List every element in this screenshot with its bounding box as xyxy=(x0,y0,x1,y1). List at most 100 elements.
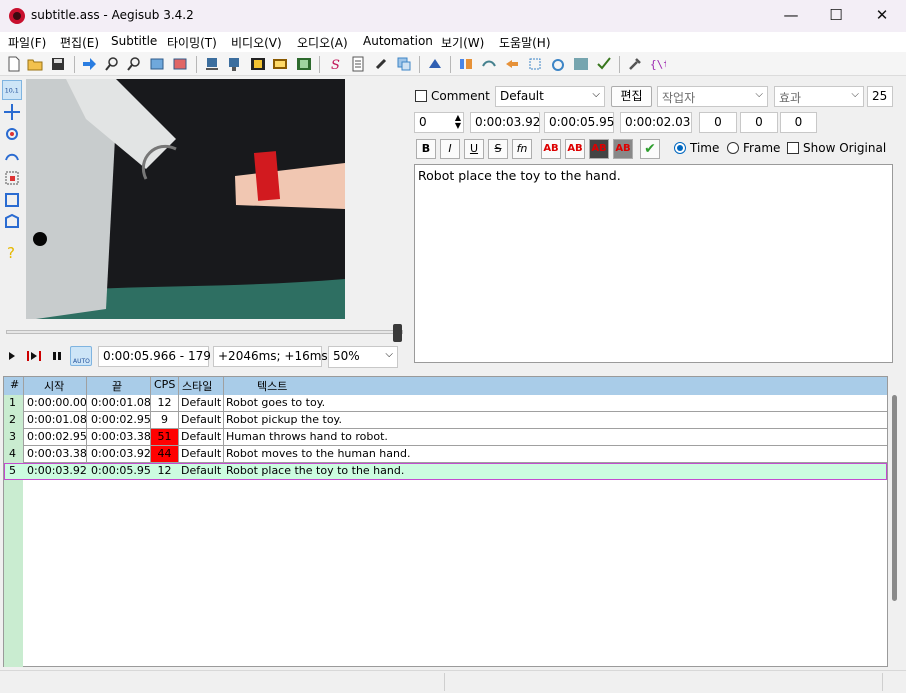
video-display[interactable] xyxy=(26,79,345,319)
row-style[interactable]: Default xyxy=(181,395,221,411)
header-start[interactable]: 시작 xyxy=(44,378,64,394)
time-radio[interactable] xyxy=(674,142,686,154)
underline-button[interactable]: U xyxy=(464,139,484,159)
row-end[interactable]: 0:00:02.95 xyxy=(91,412,151,428)
sort-end-icon[interactable] xyxy=(226,56,242,72)
header-text[interactable]: 텍스트 xyxy=(257,378,287,394)
italic-button[interactable]: I xyxy=(440,139,460,159)
clip-tool-icon[interactable] xyxy=(2,190,22,210)
strikeout-button[interactable]: S xyxy=(488,139,508,159)
margin-left-field[interactable]: 0 xyxy=(699,112,737,133)
row-text[interactable]: Robot moves to the human hand. xyxy=(226,446,410,462)
shift-times-icon[interactable] xyxy=(527,56,543,72)
shadow-color-button[interactable]: AB xyxy=(613,139,633,159)
start-time-field[interactable]: 0:00:03.92 xyxy=(470,112,540,133)
row-number[interactable]: 2 xyxy=(9,412,16,428)
row-cps[interactable]: 12 xyxy=(151,463,178,479)
seek-slider-thumb[interactable] xyxy=(393,324,402,342)
row-style[interactable]: Default xyxy=(181,429,221,445)
row-text[interactable]: Robot pickup the toy. xyxy=(226,412,342,428)
attachments-icon[interactable] xyxy=(373,56,389,72)
video-time-field[interactable]: 0:00:05.966 - 179 xyxy=(98,346,211,367)
scale-tool-icon[interactable] xyxy=(2,168,22,188)
header-end[interactable]: 끝 xyxy=(112,378,122,394)
row-start[interactable]: 0:00:03.92 xyxy=(27,463,87,479)
snap-end-icon[interactable] xyxy=(172,56,188,72)
margin-vertical-field[interactable]: 0 xyxy=(780,112,817,133)
row-style[interactable]: Default xyxy=(181,412,221,428)
secondary-color-button[interactable]: AB xyxy=(565,139,585,159)
menu-help[interactable]: 도움말(H) xyxy=(499,34,551,51)
margin-right-field[interactable]: 0 xyxy=(740,112,778,133)
row-number[interactable]: 5 xyxy=(9,463,16,479)
row-number[interactable]: 4 xyxy=(9,446,16,462)
sort-start-icon[interactable] xyxy=(204,56,220,72)
jump-icon[interactable] xyxy=(81,56,97,72)
header-number[interactable]: # xyxy=(10,378,19,391)
fonts-collector-icon[interactable] xyxy=(396,56,412,72)
script-properties-icon[interactable] xyxy=(350,56,366,72)
row-end[interactable]: 0:00:03.38 xyxy=(91,429,151,445)
kanji-timer-icon[interactable] xyxy=(481,56,497,72)
menu-edit[interactable]: 편집(E) xyxy=(60,34,99,51)
video-seek-slider[interactable] xyxy=(6,330,403,334)
zoom-select[interactable]: 50% ⌵ xyxy=(328,346,398,368)
spellcheck-icon[interactable] xyxy=(296,56,312,72)
commit-checkmark-icon[interactable]: ✔ xyxy=(640,139,660,159)
row-cps[interactable]: 9 xyxy=(151,412,178,428)
frame-radio[interactable] xyxy=(727,142,739,154)
options-icon[interactable] xyxy=(627,56,643,72)
subtitle-text-editor[interactable]: Robot place the toy to the hand. xyxy=(414,164,893,363)
menu-audio[interactable]: 오디오(A) xyxy=(297,34,348,51)
close-button[interactable]: ✕ xyxy=(859,0,905,32)
header-cps[interactable]: CPS xyxy=(154,378,175,391)
menu-file[interactable]: 파일(F) xyxy=(8,34,46,51)
row-cps-warning[interactable]: 51 xyxy=(151,429,178,445)
tags-icon[interactable]: {\t} xyxy=(650,56,666,72)
drag-tool-icon[interactable] xyxy=(2,102,22,122)
row-text[interactable]: Robot goes to toy. xyxy=(226,395,325,411)
keyframes-icon[interactable] xyxy=(250,56,266,72)
styles-manager-icon[interactable]: S xyxy=(327,56,343,72)
row-end[interactable]: 0:00:03.92 xyxy=(91,446,151,462)
row-start[interactable]: 0:00:02.95 xyxy=(27,429,87,445)
style-select[interactable]: Default ⌵ xyxy=(495,86,605,107)
primary-color-button[interactable]: AB xyxy=(541,139,561,159)
video-details-icon[interactable] xyxy=(272,56,288,72)
minimize-button[interactable]: — xyxy=(768,0,814,32)
zoom-out-icon[interactable] xyxy=(126,56,142,72)
row-text[interactable]: Human throws hand to robot. xyxy=(226,429,388,445)
row-number[interactable]: 1 xyxy=(9,395,16,411)
layer-field[interactable]: 0 ▲ ▼ xyxy=(414,112,464,133)
help-icon[interactable]: ? xyxy=(2,242,22,262)
menu-automation[interactable]: Automation xyxy=(363,34,433,48)
vector-clip-tool-icon[interactable] xyxy=(2,212,22,232)
pause-icon[interactable] xyxy=(52,351,62,361)
row-end[interactable]: 0:00:01.08 xyxy=(91,395,151,411)
row-style[interactable]: Default xyxy=(181,446,221,462)
standard-tool-icon[interactable]: 10,1 xyxy=(2,80,22,100)
bold-button[interactable]: B xyxy=(416,139,436,159)
comment-checkbox[interactable] xyxy=(415,90,427,102)
menu-view[interactable]: 보기(W) xyxy=(441,34,484,51)
duration-field[interactable]: 0:00:02.03 xyxy=(620,112,692,133)
snap-start-icon[interactable] xyxy=(149,56,165,72)
show-original-checkbox[interactable] xyxy=(787,142,799,154)
row-cps-warning[interactable]: 44 xyxy=(151,446,178,462)
spin-arrows-icon[interactable]: ▲ ▼ xyxy=(455,114,461,130)
resample-icon[interactable] xyxy=(427,56,443,72)
rotate-xy-tool-icon[interactable] xyxy=(2,146,22,166)
row-cps[interactable]: 12 xyxy=(151,395,178,411)
row-start[interactable]: 0:00:01.08 xyxy=(27,412,87,428)
menu-timing[interactable]: 타이밍(T) xyxy=(167,34,217,51)
end-time-field[interactable]: 0:00:05.95 xyxy=(544,112,614,133)
translation-assistant-icon[interactable] xyxy=(504,56,520,72)
row-number[interactable]: 3 xyxy=(9,429,16,445)
grid-vertical-scrollbar[interactable] xyxy=(892,395,897,601)
effect-field[interactable]: 효과 ⌵ xyxy=(774,86,864,107)
row-start[interactable]: 0:00:03.38 xyxy=(27,446,87,462)
save-icon[interactable] xyxy=(50,56,66,72)
auto-scroll-toggle[interactable]: AUTO xyxy=(70,346,92,366)
edit-style-button[interactable]: 편집 xyxy=(611,86,652,107)
row-text[interactable]: Robot place the toy to the hand. xyxy=(226,463,404,479)
